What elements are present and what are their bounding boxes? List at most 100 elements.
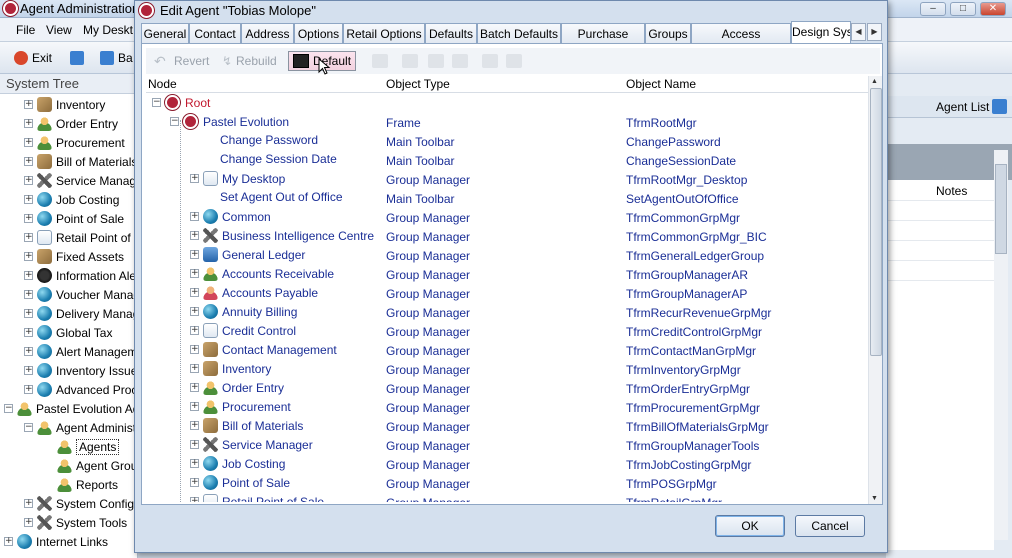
design-tree-row[interactable]: + Job Costing Group Manager TfrmJobCostingG… [146,455,868,474]
design-tree-row[interactable]: Set Agent Out of Office Main Toolbar SetAg… [146,189,868,208]
system-tree-item[interactable]: + Procurement [24,133,125,152]
expand-icon[interactable]: + [4,537,13,546]
tab-groups[interactable]: Groups [645,23,691,43]
system-tree-item[interactable]: − Agent Administ [24,418,136,437]
expand-icon[interactable]: + [24,290,33,299]
system-tree-item[interactable]: + Fixed Assets [24,247,124,266]
back-button[interactable]: Ba [100,49,133,67]
cancel-button[interactable]: Cancel [795,515,865,537]
disabled-tool-icon[interactable] [428,54,444,68]
disabled-tool-icon[interactable] [402,54,418,68]
disabled-tool-icon[interactable] [372,54,388,68]
tab-options[interactable]: Options [294,23,343,43]
system-tree-item[interactable]: + Service Manage [24,171,137,190]
scroll-up-icon[interactable]: ▲ [871,78,878,85]
agent-list-icon[interactable] [992,99,1007,114]
design-tree-row[interactable]: − Pastel Evolution Frame TfrmRootMgr [146,113,868,132]
design-tree-row[interactable]: + Procurement Group Manager TfrmProcurement… [146,398,868,417]
agent-list-scrollbar[interactable] [994,150,1008,540]
expand-icon[interactable]: + [24,499,33,508]
menu-file[interactable]: File [16,23,35,37]
expand-icon[interactable]: + [190,174,199,183]
system-tree-item[interactable]: + System Configu [24,494,137,513]
tab-batch-defaults[interactable]: Batch Defaults [477,23,561,43]
expand-icon[interactable]: + [24,157,33,166]
tab-access-permissions[interactable]: Access Permissions [691,23,791,55]
expand-icon[interactable]: + [24,195,33,204]
design-tree-row[interactable]: Change Session Date Main Toolbar ChangeSes… [146,151,868,170]
design-tree-row[interactable]: + Retail Point of Sale Group Manager TfrmRe… [146,493,868,502]
expand-icon[interactable]: + [190,288,199,297]
expand-icon[interactable]: + [24,518,33,527]
expand-icon[interactable]: + [190,497,199,502]
minimize-icon[interactable]: – [920,2,946,16]
system-tree-item[interactable]: + Retail Point of S [24,228,137,247]
design-tree-row[interactable]: + Contact Management Group Manager TfrmCont… [146,341,868,360]
expand-icon[interactable]: + [190,212,199,221]
system-tree-item[interactable]: Reports [44,475,118,494]
system-tree-item[interactable]: + Information Ale [24,266,136,285]
menu-my-desktop[interactable]: My Deskt [83,23,133,37]
expand-icon[interactable]: + [24,214,33,223]
rebuild-button[interactable]: ↯ Rebuild [222,52,277,70]
expand-icon[interactable]: + [24,138,33,147]
expand-icon[interactable]: + [190,307,199,316]
design-tree-row[interactable]: + Credit Control Group Manager TfrmCreditCo… [146,322,868,341]
system-tree-item[interactable]: + Internet Links [4,532,108,551]
expand-icon[interactable]: + [190,231,199,240]
tab-scroll-right-icon[interactable]: ▶ [867,23,882,41]
collapse-icon[interactable]: − [24,423,33,432]
design-grid-scrollbar[interactable]: ▲ ▼ [868,76,882,504]
revert-button[interactable]: ↶ Revert [154,52,209,70]
expand-icon[interactable]: + [190,345,199,354]
tab-purchase-order[interactable]: Purchase Order [561,23,645,55]
close-icon[interactable]: ✕ [980,2,1006,16]
design-tree-row[interactable]: + Common Group Manager TfrmCommonGrpMgr [146,208,868,227]
system-tree-item[interactable]: + Global Tax [24,323,112,342]
design-tree-row[interactable]: + My Desktop Group Manager TfrmRootMgr_Desk… [146,170,868,189]
design-tree-row[interactable]: + Point of Sale Group Manager TfrmPOSGrpMgr [146,474,868,493]
tab-scroll-left-icon[interactable]: ◀ [851,23,866,41]
expand-icon[interactable]: + [190,402,199,411]
system-tree-item[interactable]: + Bill of Materials [24,152,137,171]
design-tree-row[interactable]: + Accounts Receivable Group Manager TfrmGro… [146,265,868,284]
expand-icon[interactable]: + [190,478,199,487]
expand-icon[interactable]: + [190,421,199,430]
column-header-object-type[interactable]: Object Type [386,77,450,91]
expand-icon[interactable]: + [190,326,199,335]
scrollbar-thumb[interactable] [870,88,882,356]
system-tree-item[interactable]: + Delivery Manag [24,304,137,323]
system-tree-item[interactable]: + Order Entry [24,114,118,133]
expand-icon[interactable]: + [24,100,33,109]
system-tree-item[interactable]: + System Tools [24,513,127,532]
expand-icon[interactable]: + [24,271,33,280]
disabled-tool-icon[interactable] [482,54,498,68]
system-tree-item[interactable]: + Point of Sale [24,209,124,228]
tab-design-system[interactable]: Design Sys [791,21,851,43]
tab-retail-options[interactable]: Retail Options [343,23,425,43]
tab-contact[interactable]: Contact [189,23,241,43]
expand-icon[interactable]: + [190,269,199,278]
design-tree-row[interactable]: + Accounts Payable Group Manager TfrmGroupM… [146,284,868,303]
tab-general[interactable]: General [141,23,189,43]
expand-icon[interactable]: + [24,176,33,185]
expand-icon[interactable]: + [24,252,33,261]
system-tree-item[interactable]: − Pastel Evolution Ad [4,399,137,418]
collapse-icon[interactable]: − [152,98,161,107]
design-tree-row[interactable]: + Annuity Billing Group Manager TfrmRecurRe… [146,303,868,322]
tab-defaults[interactable]: Defaults [425,23,477,43]
system-tree-item[interactable]: + Inventory Issue [24,361,137,380]
expand-icon[interactable]: + [190,440,199,449]
exit-button[interactable]: Exit [14,49,52,67]
disabled-tool-icon[interactable] [506,54,522,68]
design-tree-row[interactable]: + Service Manager Group Manager TfrmGroupMa… [146,436,868,455]
design-tree-row[interactable]: Change Password Main Toolbar ChangePasswor… [146,132,868,151]
system-tree-item[interactable]: Agents [44,437,120,456]
column-header-object-name[interactable]: Object Name [626,77,696,91]
toolbar-icon-button[interactable] [70,49,84,67]
menu-view[interactable]: View [46,23,72,37]
expand-icon[interactable]: + [190,459,199,468]
tab-address[interactable]: Address [241,23,294,43]
design-tree-row[interactable]: + General Ledger Group Manager TfrmGeneralL… [146,246,868,265]
system-tree-item[interactable]: + Advanced Proc [24,380,137,399]
